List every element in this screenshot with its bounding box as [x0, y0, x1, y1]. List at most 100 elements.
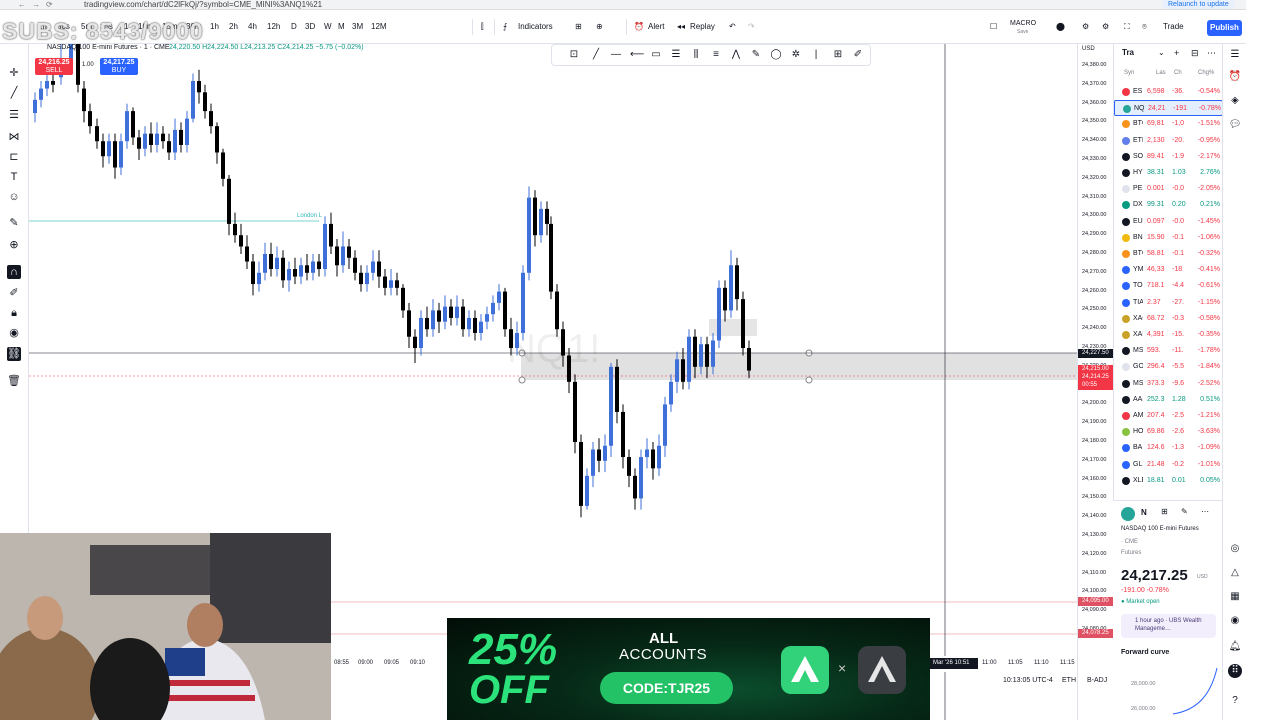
grid-icon[interactable]: ⊞	[1161, 506, 1168, 518]
timeframe-11[interactable]: 12h	[267, 21, 280, 33]
pencil-lock-icon[interactable]: ✐	[7, 286, 21, 300]
col-change[interactable]: Ch	[1174, 70, 1182, 76]
watchlist-row[interactable]: BNB 15.90 -0.1 -1.06%	[1114, 230, 1223, 246]
fib-icon[interactable]: ☰	[7, 108, 21, 122]
zigzag-icon[interactable]: ⋀	[730, 49, 742, 61]
watchlist-row[interactable]: XAG 68.72 -0.3 -0.58%	[1114, 311, 1223, 327]
layout-icon[interactable]: ⊞	[575, 21, 582, 33]
watchlist-row[interactable]: ETH 2,130 -20. -0.95%	[1114, 133, 1223, 149]
timeframe-8[interactable]: 1h	[210, 21, 219, 33]
col-change-pct[interactable]: Chg%	[1198, 70, 1214, 76]
alerts-icon[interactable]: ⏰	[1228, 70, 1242, 84]
vline-icon[interactable]: |	[810, 49, 822, 61]
list-icon[interactable]: ≡	[710, 49, 722, 61]
redo-icon[interactable]: ↷	[748, 21, 755, 33]
relaunch-button[interactable]: Relaunch to update	[1162, 0, 1235, 9]
watchlist-row[interactable]: TIA 2.37 -27. -1.15%	[1114, 295, 1223, 311]
watchlist-row[interactable]: PEPE 0.001 -0.0 -2.05%	[1114, 181, 1223, 197]
clock-readout[interactable]: 10:13:05 UTC-4	[1003, 677, 1053, 684]
edit-icon[interactable]: ✎	[1181, 506, 1188, 518]
apps-icon[interactable]: ⠿	[1228, 664, 1242, 678]
watchlist-row[interactable]: MSFT 373.3 -9.6 -2.52%	[1114, 376, 1223, 392]
watchlist-row[interactable]: AMZN 207.4 -2.5 -1.21%	[1114, 408, 1223, 424]
pen-icon[interactable]: ✎	[750, 49, 762, 61]
crosshair-icon[interactable]: ✛	[7, 66, 21, 80]
watchlist-row[interactable]: TON 718.1 -4.4 -0.61%	[1114, 278, 1223, 294]
watchlist-row[interactable]: YM 46,33 -18 -0.41%	[1114, 262, 1223, 278]
symbol-title[interactable]: NASDAQ 100 E-mini Futures · 1 · CME	[47, 44, 170, 51]
watchlist-row[interactable]: NQ 24,21 -191 -0.78%	[1114, 100, 1223, 117]
watchlist-icon[interactable]: ☰	[1228, 48, 1242, 62]
arrow-icon[interactable]: ⟵	[630, 49, 644, 61]
bell-icon[interactable]: 🔔︎	[1228, 640, 1242, 654]
timeframe-13[interactable]: 3D	[305, 21, 315, 33]
watchlist-row[interactable]: ES 6,598 -36. -0.54%	[1114, 84, 1223, 100]
watchlist-row[interactable]: BTC2 58.81 -0.1 -0.32%	[1114, 246, 1223, 262]
magnet-icon[interactable]: ∩	[7, 265, 21, 279]
grid-icon[interactable]: ⊞	[832, 49, 844, 61]
watchlist-row[interactable]: EUR 0.097 -0.0 -1.45%	[1114, 214, 1223, 230]
eye-icon[interactable]: ◉	[7, 326, 21, 340]
currency-label[interactable]: USD	[1082, 46, 1095, 52]
more-icon[interactable]: ⋯	[1201, 506, 1209, 518]
add-symbol-icon[interactable]: +	[1174, 47, 1179, 59]
watchlist-row[interactable]: GOOG 296.4 -5.5 -1.84%	[1114, 359, 1223, 375]
layers-icon[interactable]: ◈	[1228, 94, 1242, 108]
detail-symbol[interactable]: N	[1141, 508, 1147, 517]
layout-name[interactable]: MACRO	[1010, 20, 1036, 28]
watchlist-title[interactable]: Tra	[1122, 48, 1134, 57]
replay-button[interactable]: Replay	[690, 21, 715, 33]
address-bar[interactable]: tradingview.com/chart/dC2lFkQj/?symbol=C…	[84, 0, 322, 9]
timeframe-17[interactable]: 12M	[371, 21, 387, 33]
trendline-icon[interactable]: ╱	[7, 86, 21, 100]
more-icon[interactable]: ⋯	[1207, 47, 1216, 59]
pattern-icon[interactable]: ⋈	[7, 130, 21, 144]
brush2-icon[interactable]: ✐	[852, 49, 864, 61]
forward-curve-title[interactable]: Forward curve	[1121, 649, 1169, 656]
calendar-icon[interactable]: ▦	[1228, 590, 1242, 604]
undo-icon[interactable]: ↶	[729, 21, 736, 33]
watchlist-row[interactable]: BTC 69,81 -1,0 -1.51%	[1114, 116, 1223, 132]
watchlist-row[interactable]: MSTR 593. -11. -1.78%	[1114, 343, 1223, 359]
camera-icon[interactable]: ⌾	[1142, 21, 1147, 33]
watchlist-row[interactable]: HYPE 38.31 1.03 2.76%	[1114, 165, 1223, 181]
brush-icon[interactable]: ╱	[590, 49, 602, 61]
timeframe-14[interactable]: W	[324, 21, 332, 33]
watchlist-row[interactable]: SOL 89.41 -1.9 -2.17%	[1114, 149, 1223, 165]
candle-type-icon[interactable]: ⫿	[481, 21, 484, 33]
timeframe-12[interactable]: D	[291, 21, 297, 33]
buy-button[interactable]: 24,217.25 BUY	[100, 58, 138, 75]
zoom-icon[interactable]: ⊕	[7, 238, 21, 252]
broadcast-icon[interactable]: ◉	[1228, 614, 1242, 628]
watchlist-row[interactable]: XAU 4,391 -15. -0.35%	[1114, 327, 1223, 343]
promo-banner[interactable]: 25% OFF ALL ACCOUNTS CODE:TJR25 ×	[447, 618, 930, 720]
session-toggle[interactable]: ETH	[1062, 677, 1076, 684]
ruler-icon[interactable]: ✎	[7, 216, 21, 230]
compare-icon[interactable]: ⊕	[596, 21, 603, 33]
timeframe-16[interactable]: 3M	[352, 21, 363, 33]
hotlist-icon[interactable]: △	[1228, 566, 1242, 580]
fullscreen-icon[interactable]: ⛶	[1124, 21, 1130, 33]
channel-icon[interactable]: ☰	[670, 49, 682, 61]
link-icon[interactable]: ⛓	[7, 347, 21, 361]
help-icon[interactable]: ?	[1228, 694, 1242, 708]
timeframe-15[interactable]: M	[338, 21, 345, 33]
chevron-down-icon[interactable]: ⌄	[1158, 47, 1165, 59]
checkbox-icon[interactable]: ☐	[990, 21, 997, 33]
hline-icon[interactable]: —	[610, 49, 622, 61]
chat-icon[interactable]: 💬︎	[1228, 118, 1242, 132]
gear-icon[interactable]: ⚙	[1082, 21, 1089, 33]
watchlist-row[interactable]: GLD 21.48 -0.2 -1.01%	[1114, 457, 1223, 473]
timeframe-10[interactable]: 4h	[248, 21, 257, 33]
indicators-button[interactable]: Indicators	[518, 21, 553, 33]
alert-icon[interactable]: ⏰	[634, 21, 644, 33]
timeframe-9[interactable]: 2h	[229, 21, 238, 33]
news-item[interactable]: 1 hour ago · UBS Wealth Manageme…	[1121, 614, 1216, 638]
watchlist-row[interactable]: XLE 18.81 0.01 0.05%	[1114, 473, 1223, 489]
watchlist-row[interactable]: HOOD 69.86 -2.6 -3.63%	[1114, 424, 1223, 440]
emoji-icon[interactable]: ☺	[7, 190, 21, 204]
star-icon[interactable]: ✲	[790, 49, 802, 61]
watchlist-row[interactable]: AAPL 252.3 1.28 0.51%	[1114, 392, 1223, 408]
adjustment-toggle[interactable]: B-ADJ	[1087, 677, 1107, 684]
watchlist-row[interactable]: BA 124.6 -1.3 -1.09%	[1114, 440, 1223, 456]
